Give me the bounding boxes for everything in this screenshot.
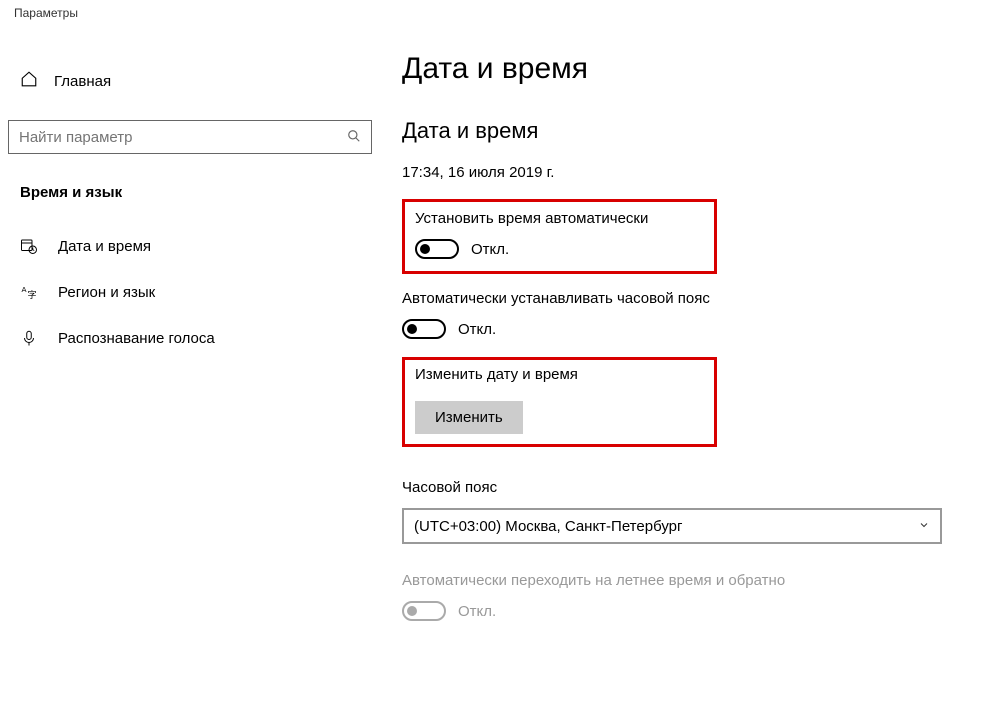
microphone-icon <box>20 329 38 347</box>
dst-group: Автоматически переходить на летнее время… <box>402 572 969 621</box>
content-area: Главная Время и язык Дата и время A字 Рег… <box>0 32 991 710</box>
auto-timezone-toggle[interactable] <box>402 319 446 339</box>
search-box[interactable] <box>8 120 372 154</box>
timezone-dropdown[interactable]: (UTC+03:00) Москва, Санкт-Петербург <box>402 508 942 544</box>
sidebar-item-label: Регион и язык <box>58 284 155 301</box>
search-icon[interactable] <box>347 129 361 146</box>
page-heading: Дата и время <box>402 52 969 86</box>
auto-time-state: Откл. <box>471 241 509 258</box>
change-datetime-label: Изменить дату и время <box>415 366 700 383</box>
timezone-group: Часовой пояс (UTC+03:00) Москва, Санкт-П… <box>402 479 969 544</box>
home-nav[interactable]: Главная <box>0 60 380 102</box>
change-button[interactable]: Изменить <box>415 401 523 434</box>
timezone-label: Часовой пояс <box>402 479 969 496</box>
window-title: Параметры <box>0 0 991 32</box>
category-title: Время и язык <box>0 176 380 223</box>
sidebar-item-region-language[interactable]: A字 Регион и язык <box>0 269 380 315</box>
chevron-down-icon <box>918 519 930 534</box>
main-panel: Дата и время Дата и время 17:34, 16 июля… <box>380 32 991 710</box>
search-input[interactable] <box>19 129 347 146</box>
highlight-change-datetime: Изменить дату и время Изменить <box>402 357 717 447</box>
dst-toggle-row: Откл. <box>402 601 969 621</box>
sidebar: Главная Время и язык Дата и время A字 Рег… <box>0 32 380 710</box>
sidebar-item-label: Распознавание голоса <box>58 330 215 347</box>
sidebar-item-speech[interactable]: Распознавание голоса <box>0 315 380 361</box>
dst-state: Откл. <box>458 603 496 620</box>
sidebar-item-label: Дата и время <box>58 238 151 255</box>
calendar-clock-icon <box>20 237 38 255</box>
auto-time-toggle[interactable] <box>415 239 459 259</box>
timezone-selected: (UTC+03:00) Москва, Санкт-Петербург <box>414 518 682 535</box>
auto-timezone-label: Автоматически устанавливать часовой пояс <box>402 290 969 307</box>
highlight-auto-time: Установить время автоматически Откл. <box>402 199 717 274</box>
home-icon <box>20 70 38 92</box>
auto-timezone-toggle-row: Откл. <box>402 319 969 339</box>
auto-time-toggle-row: Откл. <box>415 239 700 259</box>
auto-time-label: Установить время автоматически <box>415 210 700 227</box>
sidebar-item-date-time[interactable]: Дата и время <box>0 223 380 269</box>
section-heading: Дата и время <box>402 118 969 144</box>
svg-text:字: 字 <box>28 289 37 300</box>
auto-timezone-state: Откл. <box>458 321 496 338</box>
dst-label: Автоматически переходить на летнее время… <box>402 572 969 589</box>
svg-text:A: A <box>22 285 27 294</box>
current-datetime: 17:34, 16 июля 2019 г. <box>402 164 969 181</box>
home-label: Главная <box>54 73 111 90</box>
language-icon: A字 <box>20 283 38 301</box>
dst-toggle <box>402 601 446 621</box>
auto-timezone-group: Автоматически устанавливать часовой пояс… <box>402 290 969 339</box>
